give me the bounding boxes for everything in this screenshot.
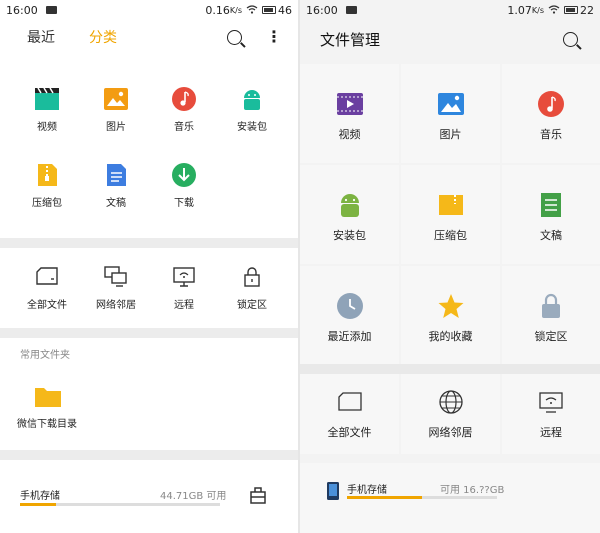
battery-icon: [262, 6, 276, 14]
category-video[interactable]: 视频: [12, 86, 82, 133]
star-icon: [437, 292, 465, 320]
grid-image[interactable]: 图片: [401, 64, 500, 163]
video-icon: [336, 90, 364, 118]
storage-name: 手机存储: [347, 485, 387, 496]
battery-level: 22: [580, 3, 594, 17]
battery-icon: [564, 6, 578, 14]
tool-remote[interactable]: 远程: [502, 374, 600, 454]
lock-icon: [239, 264, 265, 290]
grid-music[interactable]: 音乐: [502, 64, 600, 163]
app-header: 文件管理: [300, 20, 600, 58]
tool-network[interactable]: 网络邻居: [81, 264, 151, 311]
status-time: 16:00: [306, 3, 338, 17]
storage-free: 44.71GB 可用: [160, 491, 227, 502]
category-doc[interactable]: 文稿: [81, 162, 151, 209]
tab-category[interactable]: 分类: [89, 27, 117, 47]
network-icon: [103, 264, 129, 290]
storage-bar-fill: [20, 503, 56, 506]
wifi-icon: [548, 4, 560, 17]
search-icon[interactable]: [563, 31, 578, 47]
grid-locked[interactable]: 锁定区: [502, 266, 600, 365]
lock-icon: [537, 292, 565, 320]
network-speed: 1.07: [507, 3, 532, 17]
zip-icon: [34, 162, 60, 188]
document-icon: [103, 162, 129, 188]
folder-icon: [34, 383, 61, 409]
remote-icon: [537, 388, 565, 416]
storage-panel[interactable]: 手机存储 可用 16.??GB: [300, 463, 600, 533]
grid-apk[interactable]: 安装包: [300, 165, 399, 264]
image-icon: [45, 6, 57, 14]
grid-recent[interactable]: 最近添加: [300, 266, 399, 365]
tool-all-files[interactable]: 全部文件: [300, 374, 399, 454]
globe-icon: [437, 388, 465, 416]
tool-network[interactable]: 网络邻居: [401, 374, 500, 454]
clean-icon[interactable]: [248, 485, 268, 509]
category-music[interactable]: 音乐: [149, 86, 219, 133]
category-apk[interactable]: 安装包: [217, 86, 287, 133]
document-icon: [537, 191, 565, 219]
image-icon: [103, 86, 129, 112]
music-icon: [537, 90, 565, 118]
storage-free: 可用 16.??GB: [440, 485, 505, 496]
network-speed: 0.16: [205, 3, 230, 17]
favorites-title: 常用文件夹: [20, 350, 70, 361]
category-image[interactable]: 图片: [81, 86, 151, 133]
section-divider: [0, 328, 298, 338]
storage-bar: [347, 496, 497, 499]
storage-name: 手机存储: [20, 491, 60, 502]
section-divider: [0, 450, 298, 460]
android-icon: [239, 86, 265, 112]
grid-doc[interactable]: 文稿: [502, 165, 600, 264]
storage-bar-fill: [347, 496, 422, 499]
status-bar: 16:00 1.07 K/s 22: [300, 0, 600, 20]
image-icon: [437, 90, 465, 118]
search-icon[interactable]: [227, 29, 242, 45]
battery-level: 46: [278, 3, 292, 17]
right-screen: 16:00 1.07 K/s 22 文件管理 视频 图片 音乐 安装包 压缩包 文…: [300, 0, 600, 533]
tab-recent[interactable]: 最近: [27, 27, 55, 47]
grid-video[interactable]: 视频: [300, 64, 399, 163]
tool-remote[interactable]: 远程: [149, 264, 219, 311]
clock-icon: [336, 292, 364, 320]
page-title: 文件管理: [320, 30, 381, 49]
video-icon: [34, 86, 60, 112]
status-time: 16:00: [6, 3, 38, 17]
section-divider: [300, 364, 600, 374]
favorite-folder[interactable]: 微信下载目录: [12, 383, 82, 430]
wifi-icon: [246, 4, 258, 17]
tool-all-files[interactable]: 全部文件: [12, 264, 82, 311]
sd-card-icon: [336, 388, 364, 416]
zip-icon: [437, 191, 465, 219]
more-icon[interactable]: ⋮: [266, 29, 282, 45]
sd-card-icon: [34, 264, 60, 290]
section-divider: [0, 238, 298, 248]
phone-icon: [326, 481, 340, 505]
left-screen: 16:00 0.16 K/s 46 最近 分类 ⋮ 视频 图片 音乐 安装包 压…: [0, 0, 298, 533]
android-icon: [336, 191, 364, 219]
status-bar: 16:00 0.16 K/s 46: [6, 3, 292, 17]
tool-locked[interactable]: 锁定区: [217, 264, 287, 311]
category-zip[interactable]: 压缩包: [12, 162, 82, 209]
remote-icon: [171, 264, 197, 290]
grid-zip[interactable]: 压缩包: [401, 165, 500, 264]
image-icon: [345, 6, 357, 14]
download-icon: [171, 162, 197, 188]
music-icon: [171, 86, 197, 112]
top-tabs: 最近 分类 ⋮: [0, 20, 298, 54]
storage-bar: [20, 503, 220, 506]
category-download[interactable]: 下载: [149, 162, 219, 209]
grid-favorites[interactable]: 我的收藏: [401, 266, 500, 365]
